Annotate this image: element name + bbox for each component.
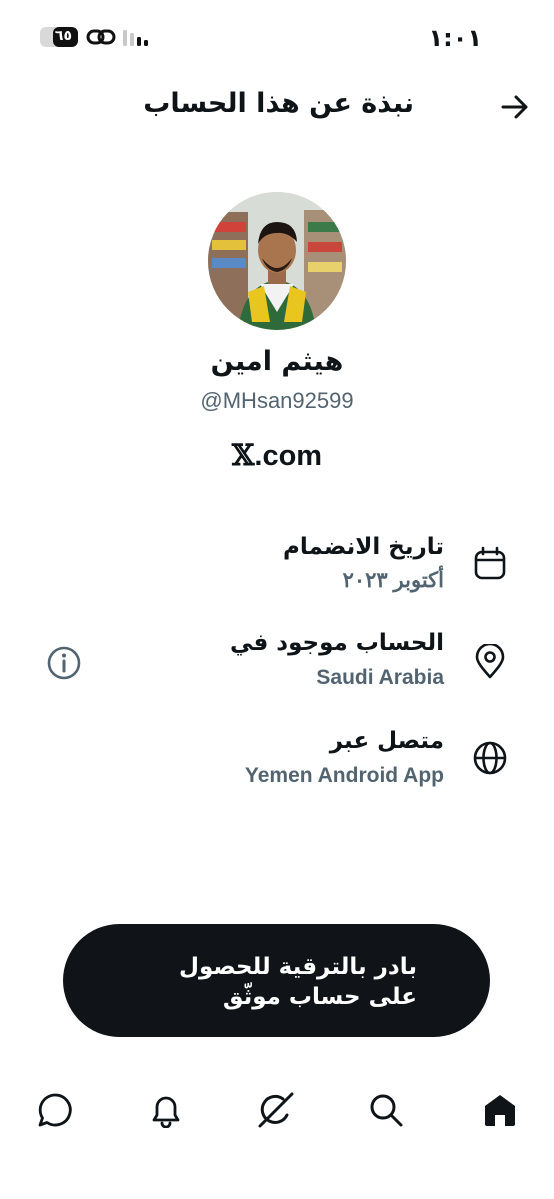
globe-icon [473, 741, 507, 775]
nav-notifications[interactable] [144, 1088, 188, 1132]
avatar[interactable] [208, 192, 346, 330]
info-value-connected-via: Yemen Android App [244, 764, 444, 787]
site-label: 𝕏.com [0, 438, 554, 473]
display-name: هيثم امين [210, 346, 344, 377]
location-pin-icon [475, 644, 505, 679]
search-icon [370, 1094, 403, 1127]
info-row-location: الحساب موجود في Saudi Arabia [0, 628, 554, 700]
battery-level-text: ٦٥ [54, 28, 72, 44]
user-handle: @MHsan92599 [200, 388, 354, 413]
nav-search[interactable] [364, 1088, 408, 1132]
upgrade-verified-button[interactable]: بادر بالترقية للحصول على حساب موثّق [63, 924, 490, 1037]
nav-grok[interactable] [254, 1088, 298, 1132]
upgrade-verified-text: بادر بالترقية للحصول على حساب موثّق [179, 954, 417, 1010]
header: نبذة عن هذا الحساب [0, 78, 554, 138]
notifications-icon [152, 1096, 180, 1128]
profile-photo [208, 192, 346, 330]
info-value-location: Saudi Arabia [316, 666, 444, 689]
grok-icon [258, 1092, 294, 1128]
info-label-location: الحساب موجود في [229, 630, 444, 656]
signal-icon [123, 30, 148, 46]
site-label-suffix: .com [254, 440, 323, 472]
status-time: ١:٠١ [428, 24, 482, 52]
arrow-right-icon [501, 95, 528, 119]
battery-icon: ٦٥ [40, 27, 78, 47]
info-row-join-date: تاريخ الانضمام أكتوبر ٢٠٢٣ [0, 532, 554, 604]
info-value-join-date: أكتوبر ٢٠٢٣ [342, 569, 444, 592]
home-icon [485, 1095, 515, 1126]
info-circle-icon[interactable] [46, 645, 82, 681]
calendar-icon [474, 546, 506, 580]
info-label-join-date: تاريخ الانضمام [283, 534, 444, 560]
nav-home[interactable] [478, 1088, 522, 1132]
messages-icon [38, 1093, 72, 1127]
x-logo-icon: 𝕏 [231, 438, 255, 472]
link-icon [86, 29, 116, 45]
bottom-nav [0, 1070, 554, 1150]
nav-messages[interactable] [33, 1088, 77, 1132]
status-bar: ٦٥ ١:٠١ [0, 0, 554, 72]
info-label-connected-via: متصل عبر [329, 728, 444, 754]
page-title: نبذة عن هذا الحساب [143, 88, 414, 119]
back-button[interactable] [494, 86, 536, 128]
info-row-connected-via: متصل عبر Yemen Android App [0, 726, 554, 798]
